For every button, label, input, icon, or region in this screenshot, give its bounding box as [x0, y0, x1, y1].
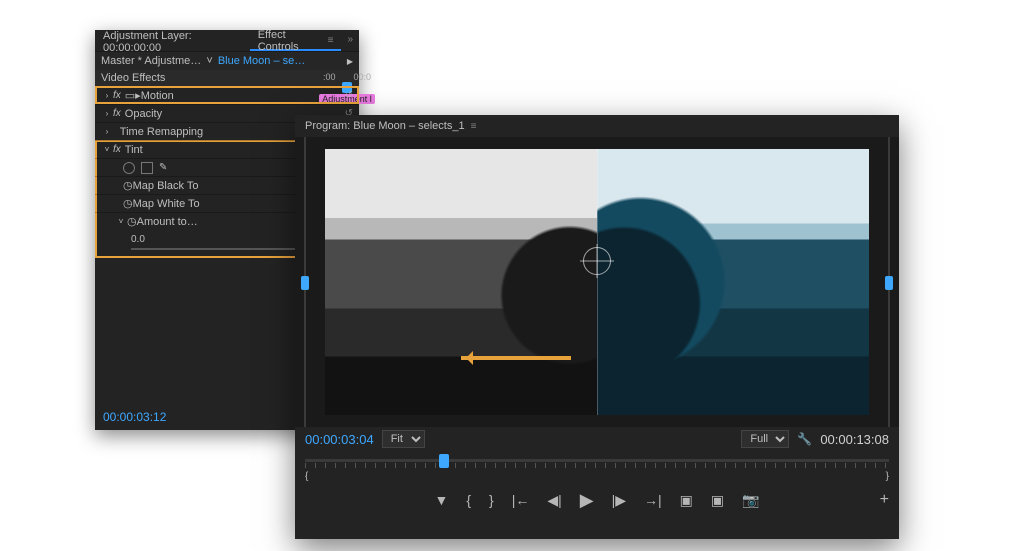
mask-rect-icon[interactable] — [141, 162, 153, 174]
twirl-icon[interactable]: ˅ — [101, 145, 113, 154]
twirl-icon[interactable]: › — [101, 91, 113, 100]
step-back-button[interactable]: ◀| — [547, 492, 561, 509]
mark-out-button[interactable]: } — [489, 492, 494, 508]
goto-in-button[interactable]: |← — [512, 492, 530, 508]
mini-tl-start: :00 — [323, 72, 336, 82]
tab-effect-controls-label: Effect Controls — [258, 29, 324, 53]
program-range-bar[interactable]: { } — [305, 471, 889, 481]
motion-label: Motion — [141, 90, 345, 102]
effect-controls-tabbar: Adjustment Layer: 00:00:00:00 Effect Con… — [95, 30, 359, 52]
twirl-icon[interactable]: › — [101, 127, 113, 136]
anchor-crosshair-icon[interactable] — [583, 247, 611, 275]
current-timecode[interactable]: 00:00:03:04 — [305, 432, 374, 447]
extract-button[interactable]: ▣ — [711, 492, 724, 509]
goto-out-button[interactable]: →| — [644, 492, 662, 508]
export-frame-button[interactable]: 📷 — [742, 492, 759, 509]
program-monitor-tab[interactable]: Program: Blue Moon – selects_1 ≡ — [295, 115, 899, 137]
fx-badge-icon[interactable]: fx — [113, 108, 121, 119]
add-marker-button[interactable]: ▼ — [434, 492, 448, 508]
panel-menu-icon[interactable]: ≡ — [471, 121, 477, 132]
button-editor-icon[interactable]: + — [880, 491, 889, 509]
zoom-select[interactable]: Fit — [382, 430, 425, 448]
slider-min: 0.0 — [131, 234, 145, 245]
effect-motion-row[interactable]: › fx ▭▸ Motion ↺ — [95, 86, 359, 104]
mask-ellipse-icon[interactable] — [123, 162, 135, 174]
play-button[interactable]: ▶ — [580, 490, 594, 511]
twirl-icon[interactable]: › — [101, 109, 113, 118]
map-black-label: Map Black To — [133, 180, 315, 192]
mask-pen-icon[interactable]: ✎ — [159, 162, 167, 173]
fx-badge-icon — [113, 126, 116, 137]
program-title: Program: Blue Moon – selects_1 — [305, 120, 465, 132]
resolution-select[interactable]: Full — [741, 430, 789, 448]
stopwatch-icon[interactable]: ◷ — [123, 197, 133, 210]
map-white-label: Map White To — [133, 198, 315, 210]
panel-menu-icon[interactable]: ≡ — [328, 35, 334, 46]
amount-label: Amount to… — [137, 216, 301, 228]
preview-canvas[interactable] — [325, 149, 869, 415]
tab-adjustment-layer[interactable]: Adjustment Layer: 00:00:00:00 — [95, 30, 250, 51]
sequence-name[interactable]: Blue Moon – se… — [218, 55, 305, 67]
program-stage — [295, 137, 899, 427]
clip-sequence-bar: Master * Adjustme… ˅ Blue Moon – se… ▶ — [95, 52, 359, 70]
stopwatch-icon[interactable]: ◷ — [127, 215, 137, 228]
chev: ˅ — [203, 55, 216, 67]
program-meta-bar: 00:00:03:04 Fit Full 🔧 00:00:13:08 — [295, 427, 899, 451]
transport-bar: ▼ { } |← ◀| ▶ |▶ →| ▣ ▣ 📷 + — [295, 481, 899, 519]
program-monitor-panel: Program: Blue Moon – selects_1 ≡ 00:00:0… — [295, 115, 899, 539]
wipe-divider — [597, 149, 598, 415]
stopwatch-icon[interactable]: ◷ — [123, 179, 133, 192]
mini-tl-end: 00:0 — [353, 72, 371, 82]
effect-current-time[interactable]: 00:00:03:12 — [103, 410, 166, 424]
duration-timecode: 00:00:13:08 — [820, 432, 889, 447]
group-video-effects: Video Effects — [95, 70, 359, 86]
reset-icon[interactable]: ↺ — [345, 90, 353, 101]
tab-effect-controls[interactable]: Effect Controls ≡ — [250, 30, 342, 51]
safe-margin-slider-left[interactable] — [299, 137, 311, 427]
annotation-arrow — [461, 356, 571, 360]
lift-button[interactable]: ▣ — [680, 492, 693, 509]
twirl-icon[interactable]: ˅ — [115, 217, 127, 226]
mini-play-icon[interactable]: ▶ — [347, 57, 353, 66]
step-forward-button[interactable]: |▶ — [612, 492, 626, 509]
master-clip-name[interactable]: Master * Adjustme… — [101, 55, 201, 67]
tab-overflow-icon[interactable]: » — [341, 30, 359, 51]
fx-badge-icon[interactable]: fx — [113, 144, 121, 155]
mark-in-button[interactable]: { — [466, 492, 471, 508]
motion-rect-icon[interactable]: ▭▸ — [125, 89, 141, 102]
settings-wrench-icon[interactable]: 🔧 — [797, 432, 812, 446]
program-timeline[interactable] — [305, 451, 889, 469]
safe-margin-slider-right[interactable] — [883, 137, 895, 427]
fx-badge-icon[interactable]: fx — [113, 90, 121, 101]
program-playhead[interactable] — [439, 454, 449, 468]
